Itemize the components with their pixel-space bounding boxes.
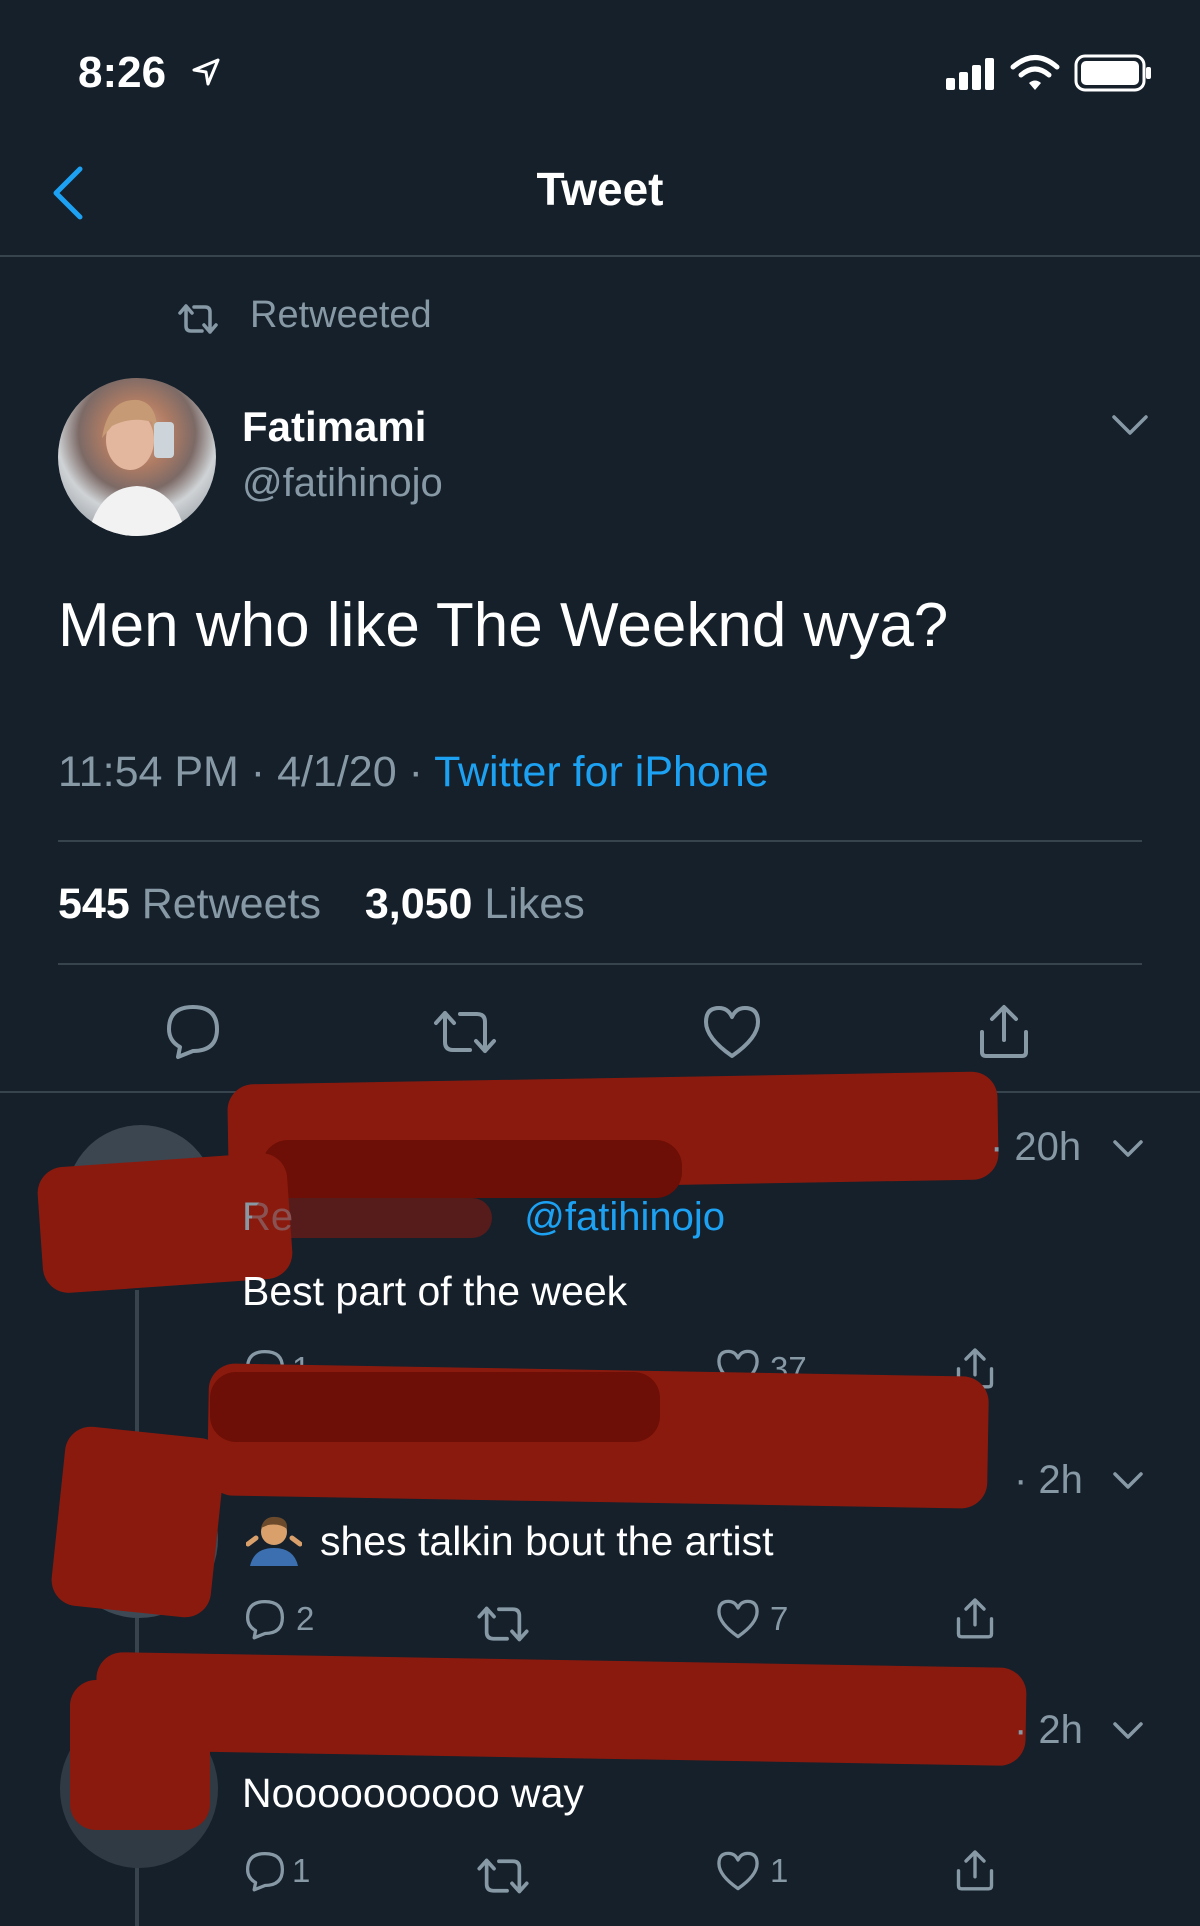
like-icon[interactable] — [716, 1598, 760, 1640]
reply-count: 1 — [292, 1852, 311, 1889]
header-divider — [0, 255, 1200, 257]
chevron-down-icon[interactable] — [1110, 412, 1150, 438]
reply-count: 2 — [296, 1600, 315, 1637]
chevron-down-icon[interactable] — [1112, 1470, 1144, 1492]
author-avatar[interactable] — [58, 378, 216, 536]
signal-icon — [944, 56, 1000, 90]
reply-text: Noooooooooo way — [242, 1770, 584, 1816]
retweet-icon[interactable] — [476, 1604, 530, 1644]
battery-icon — [1074, 54, 1154, 92]
reply-time: · 2h — [1014, 1708, 1083, 1752]
retweeted-label: Retweeted — [250, 294, 432, 336]
retweet-count[interactable]: 545 — [58, 880, 130, 928]
share-icon[interactable] — [954, 1596, 996, 1640]
retweet-icon — [176, 302, 220, 336]
like-count: 7 — [770, 1600, 789, 1637]
reply-icon[interactable] — [164, 1002, 222, 1060]
chevron-down-icon[interactable] — [1112, 1138, 1144, 1160]
like-icon[interactable] — [702, 1004, 762, 1060]
tweet-time-date: 11:54 PM · 4/1/20 · — [58, 748, 423, 796]
author-name[interactable]: Fatimami — [242, 403, 426, 451]
wifi-icon — [1010, 54, 1060, 92]
reply-icon[interactable] — [244, 1598, 286, 1640]
like-icon[interactable] — [716, 1850, 760, 1892]
tweet-text: Men who like The Weeknd wya? — [58, 591, 949, 660]
chevron-down-icon[interactable] — [1112, 1720, 1144, 1742]
tweet-divider — [58, 840, 1142, 842]
replying-to-handle[interactable]: @fatihinojo — [524, 1195, 725, 1239]
tweet-stats: 545 Retweets 3,050 Likes — [58, 880, 585, 929]
reply-icon[interactable] — [244, 1850, 286, 1892]
redaction-mark — [262, 1140, 682, 1198]
like-count[interactable]: 3,050 — [365, 880, 473, 928]
reply-time: · 20h — [990, 1125, 1082, 1169]
tweet-timestamp: 11:54 PM · 4/1/20 · Twitter for iPhone — [58, 748, 769, 797]
redaction-mark — [49, 1424, 227, 1620]
reply-text: shes talkin bout the artist — [320, 1518, 774, 1564]
redaction-mark — [95, 1651, 1027, 1767]
like-count: 1 — [770, 1852, 789, 1889]
redaction-mark — [252, 1198, 492, 1238]
stats-divider — [58, 963, 1142, 965]
location-arrow-icon — [190, 56, 222, 88]
share-icon[interactable] — [976, 1002, 1032, 1060]
like-count-label[interactable]: Likes — [484, 880, 584, 928]
author-handle[interactable]: @fatihinojo — [242, 461, 443, 506]
man-shrugging-emoji — [245, 1512, 303, 1568]
page-title: Tweet — [536, 163, 664, 215]
reply-time: · 2h — [1014, 1458, 1083, 1502]
redaction-mark — [70, 1680, 210, 1830]
retweet-action-icon[interactable] — [432, 1008, 498, 1056]
retweet-icon[interactable] — [476, 1856, 530, 1896]
tweet-source-link[interactable]: Twitter for iPhone — [434, 748, 769, 796]
share-icon[interactable] — [954, 1848, 996, 1892]
redaction-mark — [210, 1372, 660, 1442]
retweet-count-label[interactable]: Retweets — [142, 880, 321, 928]
reply-text: Best part of the week — [242, 1268, 628, 1314]
status-time: 8:26 — [78, 48, 167, 97]
